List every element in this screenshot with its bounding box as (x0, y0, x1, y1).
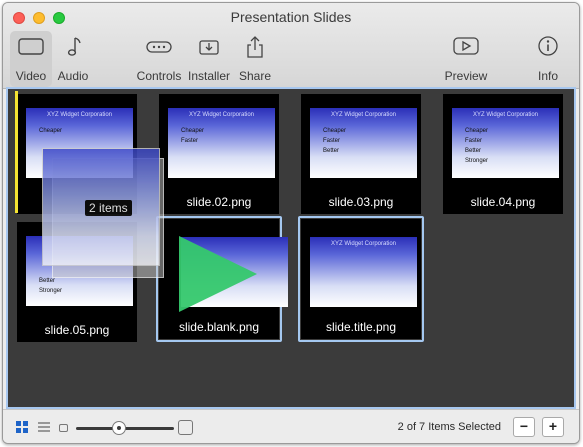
share-icon (247, 36, 263, 58)
toolbar-installer-label: Installer (187, 69, 231, 83)
slide-bullet: Cheaper (181, 128, 205, 134)
window-title: Presentation Slides (230, 9, 352, 25)
toolbar-video-label: Video (15, 69, 47, 83)
bottom-bar: 2 of 7 Items Selected − + (3, 409, 579, 443)
slide-bullet: Stronger (39, 288, 63, 294)
slide-filename: slide.05.png (44, 323, 110, 337)
slide-heading: XYZ Widget Corporation (330, 241, 397, 247)
drag-preview: 2 items (42, 148, 166, 284)
slide-bullet: Faster (465, 138, 483, 144)
slide-bullet: Cheaper (323, 128, 347, 134)
toolbar-installer-button[interactable]: Installer (186, 31, 232, 87)
toolbar-info-button[interactable]: Info (533, 31, 563, 87)
slide-filename: slide.03.png (328, 195, 394, 209)
slide-filename: slide.blank.png (178, 320, 260, 334)
slide-bullet: Better (323, 148, 340, 154)
slide-tile-background: XYZ Widget Corporation Cheaper Faster Be… (301, 94, 421, 214)
selection-status: 2 of 7 Items Selected (397, 421, 501, 433)
slide-thumbnail: XYZ Widget Corporation Cheaper Faster Be… (452, 108, 559, 178)
slide-heading: XYZ Widget Corporation (330, 112, 397, 118)
insertion-marker (15, 91, 18, 213)
slide-thumbnail: XYZ Widget Corporation Cheaper Faster Be… (310, 108, 417, 178)
slide-filename: slide.02.png (186, 195, 252, 209)
slide-bullet: Faster (181, 138, 199, 144)
controls-icon (146, 41, 172, 53)
slide-bullet: Better (465, 148, 482, 154)
slide-bullet: Faster (323, 138, 341, 144)
slide-thumbnail: XYZ Widget Corporation (310, 237, 417, 307)
slide-tile-04[interactable]: XYZ Widget Corporation Cheaper Faster Be… (440, 91, 566, 217)
slide-tile-background: XYZ Widget Corporation Cheaper Faster sl… (159, 94, 279, 214)
preview-play-icon (453, 37, 479, 55)
slide-heading: XYZ Widget Corporation (188, 112, 255, 118)
slide-tile-background: XYZ Widget Corporation Cheaper Faster Be… (443, 94, 563, 214)
play-overlay-icon (179, 236, 257, 312)
slide-tile-background: XYZ Widget Corporation slide.title.png (301, 219, 421, 339)
list-view-icon[interactable] (38, 421, 50, 433)
grid-view-icon[interactable] (16, 421, 28, 433)
toolbar-audio-button[interactable]: Audio (56, 31, 90, 87)
installer-icon (199, 40, 219, 55)
slide-thumbnail: XYZ Widget Corporation Cheaper Faster (168, 108, 275, 178)
music-note-icon (67, 37, 81, 56)
toolbar-share-button[interactable]: Share (236, 31, 274, 87)
toolbar-controls-button[interactable]: Controls (135, 31, 183, 87)
thumbnail-size-slider-knob[interactable] (112, 421, 126, 435)
slide-tile-title[interactable]: XYZ Widget Corporation slide.title.png (298, 216, 424, 342)
toolbar-video-button[interactable]: Video (10, 31, 52, 87)
slide-filename: slide.04.png (470, 195, 536, 209)
toolbar-audio-label: Audio (57, 69, 89, 83)
slide-bullet: Cheaper (465, 128, 489, 134)
toolbar-info-label: Info (537, 69, 558, 83)
small-thumbnail-icon (59, 424, 68, 432)
large-thumbnail-icon (178, 420, 193, 435)
toolbar-preview-button[interactable]: Preview (443, 31, 489, 87)
slide-filename: slide.title.png (325, 320, 397, 334)
slide-heading: XYZ Widget Corporation (472, 112, 539, 118)
titlebar: Presentation Slides Video Audio Controls (3, 3, 579, 89)
toolbar-controls-label: Controls (136, 69, 182, 83)
add-item-button[interactable]: + (542, 417, 564, 437)
slide-bullet: Stronger (465, 158, 489, 164)
slide-heading: XYZ Widget Corporation (46, 112, 113, 118)
video-icon (18, 38, 44, 55)
app-window: Presentation Slides Video Audio Controls (2, 2, 580, 444)
toolbar-preview-label: Preview (444, 69, 488, 83)
remove-item-button[interactable]: − (513, 417, 535, 437)
slide-bullet: Cheaper (39, 128, 63, 134)
slide-tile-02[interactable]: XYZ Widget Corporation Cheaper Faster sl… (156, 91, 282, 217)
slide-tile-03[interactable]: XYZ Widget Corporation Cheaper Faster Be… (298, 91, 424, 217)
drag-preview-front: 2 items (42, 148, 160, 266)
info-icon (538, 36, 558, 56)
drag-count-badge: 2 items (85, 200, 132, 216)
toolbar-share-label: Share (238, 69, 272, 83)
